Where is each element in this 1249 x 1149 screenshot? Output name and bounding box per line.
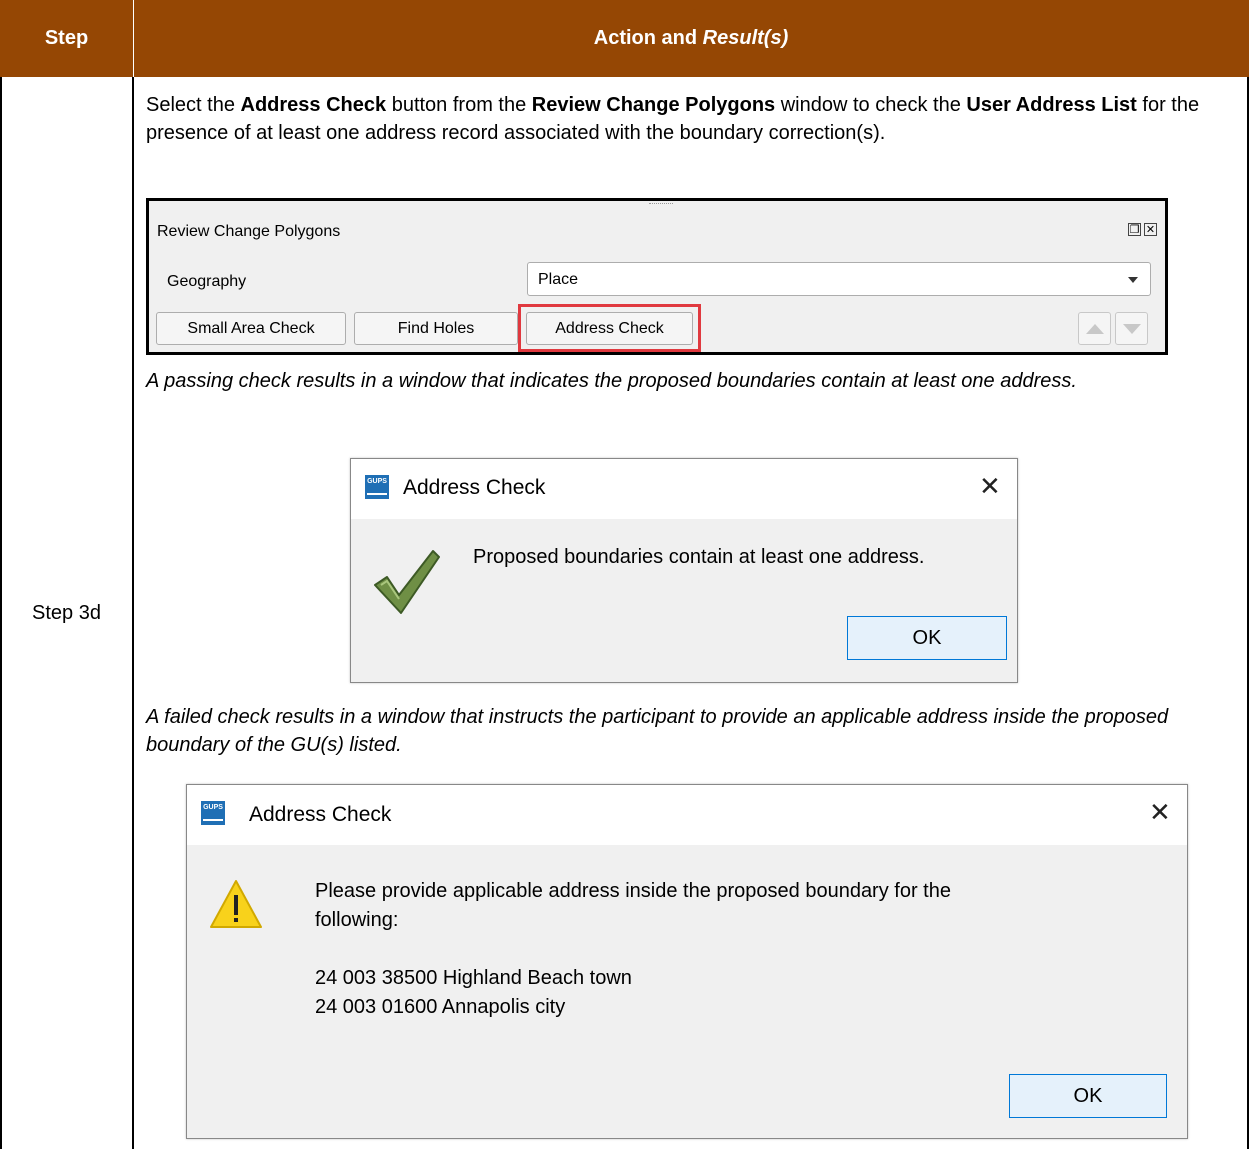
app-logo-icon: GUPS bbox=[201, 801, 225, 825]
highlight-box bbox=[518, 304, 701, 352]
gu-entry: 24 003 38500 Highland Beach town bbox=[315, 967, 632, 989]
move-up-button[interactable] bbox=[1078, 312, 1111, 345]
checkmark-icon bbox=[374, 550, 440, 614]
header-result-text: Result(s) bbox=[702, 27, 789, 49]
review-change-polygons-ref: Review Change Polygons bbox=[531, 94, 776, 116]
pass-dialog-title: Address Check bbox=[403, 476, 546, 499]
panel-title: Review Change Polygons bbox=[157, 223, 341, 240]
ok-button[interactable]: OK bbox=[1009, 1074, 1167, 1118]
header-step: Step bbox=[44, 27, 89, 49]
pass-dialog: GUPS Address Check ✕ Proposed boundaries… bbox=[350, 458, 1018, 683]
close-icon[interactable]: ✕ bbox=[1149, 797, 1171, 828]
app-logo-icon: GUPS bbox=[365, 475, 389, 499]
address-check-ref: Address Check bbox=[240, 94, 387, 116]
chevron-down-icon bbox=[1128, 277, 1138, 283]
close-icon[interactable]: ✕ bbox=[979, 471, 1001, 502]
close-icon[interactable]: ✕ bbox=[1144, 223, 1157, 236]
gu-entry: 24 003 01600 Annapolis city bbox=[315, 996, 566, 1018]
user-address-list-ref: User Address List bbox=[966, 94, 1137, 116]
review-change-polygons-panel: Review Change Polygons ❐ ✕ Geography Pla… bbox=[146, 198, 1168, 355]
header-action: Action and Result(s) bbox=[133, 0, 1249, 77]
float-icon[interactable]: ❐ bbox=[1128, 223, 1141, 236]
table-header: Step Action and Result(s) bbox=[0, 0, 1249, 77]
move-down-button[interactable] bbox=[1115, 312, 1148, 345]
small-area-check-button[interactable]: Small Area Check bbox=[156, 312, 346, 345]
fail-dialog-title: Address Check bbox=[249, 803, 392, 826]
fail-note: A failed check results in a window that … bbox=[146, 706, 1169, 756]
pass-dialog-message: Proposed boundaries contain at least one… bbox=[473, 546, 925, 568]
warning-icon bbox=[210, 880, 262, 928]
fail-dialog: GUPS Address Check ✕ Please provide appl… bbox=[186, 784, 1188, 1139]
find-holes-button[interactable]: Find Holes bbox=[354, 312, 518, 345]
pass-note: A passing check results in a window that… bbox=[146, 370, 1077, 392]
ok-button[interactable]: OK bbox=[847, 616, 1007, 660]
fail-dialog-message: Please provide applicable address inside… bbox=[315, 877, 951, 1022]
geography-value: Place bbox=[538, 271, 579, 288]
header-action-text: Action and bbox=[593, 27, 698, 49]
document-page: Step Action and Result(s) Step 3d Select… bbox=[0, 0, 1249, 1149]
instruction-text: Select the Address Check button from the… bbox=[146, 94, 1200, 144]
arrow-up-icon bbox=[1086, 324, 1104, 334]
panel-window-buttons: ❐ ✕ bbox=[1128, 223, 1157, 236]
geography-label: Geography bbox=[167, 273, 247, 290]
geography-select[interactable]: Place bbox=[527, 262, 1151, 296]
arrow-down-icon bbox=[1123, 324, 1141, 334]
panel-drag-handle[interactable] bbox=[649, 203, 673, 208]
step-label: Step 3d bbox=[32, 601, 101, 624]
